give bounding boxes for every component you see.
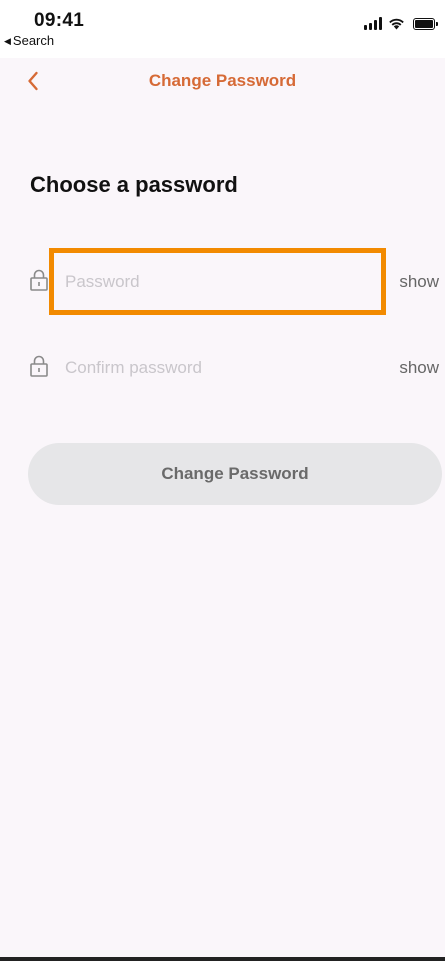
confirm-password-row: show [28, 348, 443, 388]
nav-bar: Change Password [0, 58, 445, 104]
signal-icon [364, 16, 382, 30]
back-to-app-link[interactable]: ◀ Search [4, 33, 54, 48]
password-show-toggle[interactable]: show [399, 272, 439, 292]
battery-icon [413, 18, 438, 30]
password-input[interactable] [65, 266, 365, 298]
confirm-password-input[interactable] [65, 352, 365, 384]
change-password-screen: Change Password Choose a password show s… [0, 58, 445, 957]
change-password-button[interactable]: Change Password [28, 443, 442, 505]
status-time: 09:41 [34, 10, 85, 31]
form-heading: Choose a password [30, 172, 238, 197]
confirm-password-show-toggle[interactable]: show [399, 358, 439, 378]
back-triangle-icon: ◀ [4, 36, 11, 46]
lock-icon [30, 269, 48, 291]
status-bar: 09:41 ◀ Search [0, 0, 445, 58]
lock-icon [30, 355, 48, 377]
bottom-divider [0, 957, 445, 961]
wifi-icon [388, 17, 405, 30]
status-icons [364, 16, 438, 30]
page-title: Change Password [148, 71, 297, 90]
password-row: show [28, 262, 443, 302]
back-to-app-label: Search [12, 33, 55, 48]
